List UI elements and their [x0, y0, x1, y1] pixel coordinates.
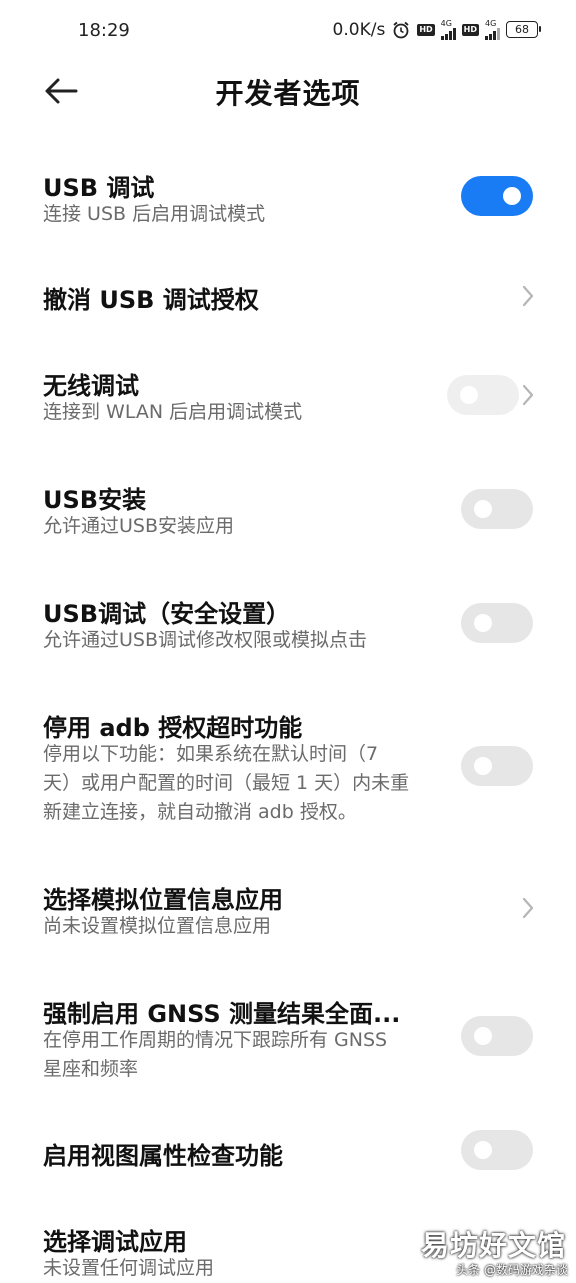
chevron-right-icon [522, 384, 534, 406]
adb-auth-timeout-toggle[interactable] [461, 746, 533, 786]
setting-mock-location-app[interactable]: 选择模拟位置信息应用 尚未设置模拟位置信息应用 [0, 872, 576, 952]
force-gnss-toggle[interactable] [461, 1016, 533, 1056]
battery-icon: 68 [506, 21, 541, 38]
setting-title: USB调试（安全设置） [43, 600, 291, 628]
setting-title: USB 调试 [43, 174, 155, 202]
setting-title: 选择调试应用 [43, 1228, 187, 1256]
setting-title: 启用视图属性检查功能 [43, 1142, 283, 1170]
sim1-signal-icon: 4G [440, 19, 456, 40]
setting-usb-install[interactable]: USB安装 允许通过USB安装应用 [0, 472, 576, 552]
usb-debugging-security-toggle[interactable] [461, 603, 533, 643]
alarm-clock-icon [391, 20, 411, 40]
setting-title: 强制启用 GNSS 测量结果全面... [43, 1000, 401, 1028]
setting-subtitle: 停用以下功能：如果系统在默认时间（7 天）或用户配置的时间（最短 1 天）内未重… [43, 740, 443, 827]
setting-usb-debugging-security[interactable]: USB调试（安全设置） 允许通过USB调试修改权限或模拟点击 [0, 586, 576, 666]
wireless-debugging-toggle[interactable] [447, 375, 519, 415]
view-attribute-toggle[interactable] [461, 1130, 533, 1170]
sim2-network-type: 4G [485, 19, 497, 28]
setting-subtitle: 连接到 WLAN 后启用调试模式 [43, 401, 303, 423]
page-title: 开发者选项 [215, 77, 361, 110]
status-bar: 18:29 0.0K/s HD 4G HD 4G 68 [0, 0, 576, 64]
setting-title: 无线调试 [43, 372, 139, 400]
setting-disable-adb-auth-timeout[interactable]: 停用 adb 授权超时功能 停用以下功能：如果系统在默认时间（7 天）或用户配置… [0, 700, 576, 840]
setting-title: 撤消 USB 调试授权 [43, 286, 259, 314]
watermark-text: 易坊好文馆 [420, 1229, 566, 1262]
watermark-caption: 头条 @数码游戏杂谈 [456, 1263, 568, 1277]
net-speed: 0.0K/s [332, 19, 386, 40]
setting-title: 停用 adb 授权超时功能 [43, 714, 303, 742]
subtitle-line: 天）或用户配置的时间（最短 1 天）内未重 [43, 772, 410, 794]
hd-volte-icon-2: HD [461, 23, 479, 36]
setting-subtitle: 未设置任何调试应用 [43, 1257, 215, 1279]
setting-subtitle: 尚未设置模拟位置信息应用 [43, 915, 272, 937]
setting-revoke-usb-auth[interactable]: 撤消 USB 调试授权 [0, 268, 576, 328]
usb-install-toggle[interactable] [461, 489, 533, 529]
setting-subtitle: 允许通过USB调试修改权限或模拟点击 [43, 629, 368, 651]
status-icons: 0.0K/s HD 4G HD 4G 68 [332, 19, 541, 40]
app-header: 开发者选项 [0, 64, 576, 118]
status-time: 18:29 [78, 20, 130, 41]
setting-subtitle: 在停用工作周期的情况下跟踪所有 GNSS 星座和频率 [43, 1026, 443, 1084]
subtitle-line: 停用以下功能：如果系统在默认时间（7 [43, 743, 379, 765]
usb-debugging-toggle[interactable] [461, 176, 533, 216]
setting-subtitle: 连接 USB 后启用调试模式 [43, 203, 266, 225]
chevron-right-icon [522, 897, 534, 919]
chevron-right-icon [522, 285, 534, 307]
hd-volte-icon: HD [417, 23, 435, 36]
setting-wireless-debugging[interactable]: 无线调试 连接到 WLAN 后启用调试模式 [0, 358, 576, 438]
sim1-network-type: 4G [440, 19, 452, 28]
setting-title: USB安装 [43, 486, 147, 514]
sim2-signal-icon: 4G [485, 19, 500, 40]
subtitle-line: 星座和频率 [43, 1058, 139, 1080]
subtitle-line: 在停用工作周期的情况下跟踪所有 GNSS [43, 1029, 388, 1051]
battery-level: 68 [515, 23, 529, 36]
setting-force-gnss-measurements[interactable]: 强制启用 GNSS 测量结果全面... 在停用工作周期的情况下跟踪所有 GNSS… [0, 986, 576, 1096]
setting-view-attribute-inspection[interactable]: 启用视图属性检查功能 [0, 1128, 576, 1188]
subtitle-line: 新建立连接，就自动撤消 adb 授权。 [43, 801, 357, 823]
setting-usb-debugging[interactable]: USB 调试 连接 USB 后启用调试模式 [0, 160, 576, 240]
setting-subtitle: 允许通过USB安装应用 [43, 515, 235, 537]
setting-title: 选择模拟位置信息应用 [43, 886, 283, 914]
